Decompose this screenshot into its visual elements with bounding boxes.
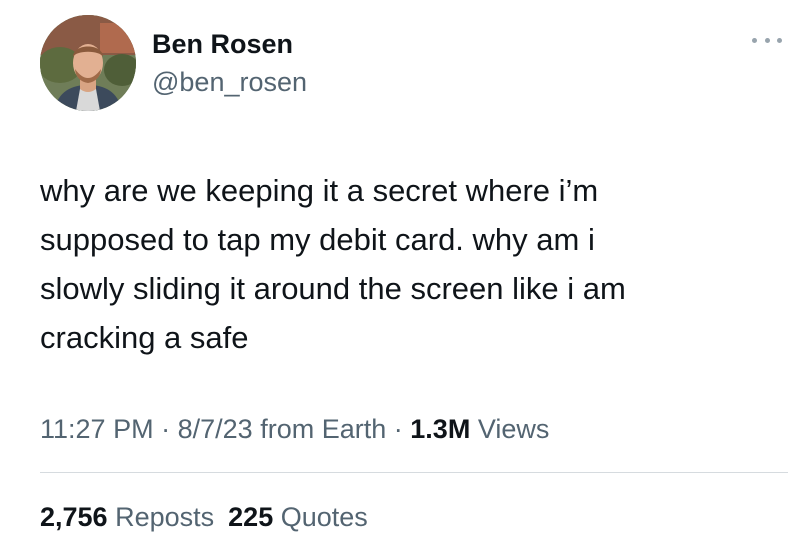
tweet-text-line: slowly sliding it around the screen like…	[40, 271, 626, 306]
avatar-photo	[40, 15, 136, 111]
more-dot	[777, 37, 782, 43]
tweet-meta: 11:27 PM · 8/7/23 from Earth · 1.3M View…	[40, 412, 549, 446]
tweet-text-line: why are we keeping it a secret where i’m	[40, 173, 599, 208]
tweet-text: why are we keeping it a secret where i’m…	[40, 166, 740, 362]
reposts-count: 2,756	[40, 502, 108, 532]
author-handle[interactable]: @ben_rosen	[152, 66, 307, 98]
tweet-stats: 2,756 Reposts 225 Quotes	[40, 500, 368, 534]
tweet-date[interactable]: 8/7/23	[178, 414, 253, 444]
tweet-source: from Earth	[260, 414, 387, 444]
tweet-text-line: supposed to tap my debit card. why am i	[40, 222, 595, 257]
meta-separator: ·	[393, 414, 403, 444]
quotes-count: 225	[228, 502, 274, 532]
more-options-icon[interactable]	[752, 30, 782, 50]
author-display-name[interactable]: Ben Rosen	[152, 28, 293, 60]
tweet-time[interactable]: 11:27 PM	[40, 414, 154, 444]
views-label: Views	[477, 414, 550, 444]
quotes-label: Quotes	[280, 502, 368, 532]
meta-separator: ·	[161, 414, 171, 444]
reposts-stat[interactable]: 2,756 Reposts	[40, 502, 214, 532]
reposts-label: Reposts	[115, 502, 215, 532]
more-dot	[752, 37, 757, 43]
quotes-stat[interactable]: 225 Quotes	[228, 502, 368, 532]
divider	[40, 472, 788, 473]
tweet-text-line: cracking a safe	[40, 320, 249, 355]
more-dot	[764, 37, 770, 43]
avatar[interactable]	[40, 15, 136, 111]
views-count: 1.3M	[410, 414, 471, 444]
